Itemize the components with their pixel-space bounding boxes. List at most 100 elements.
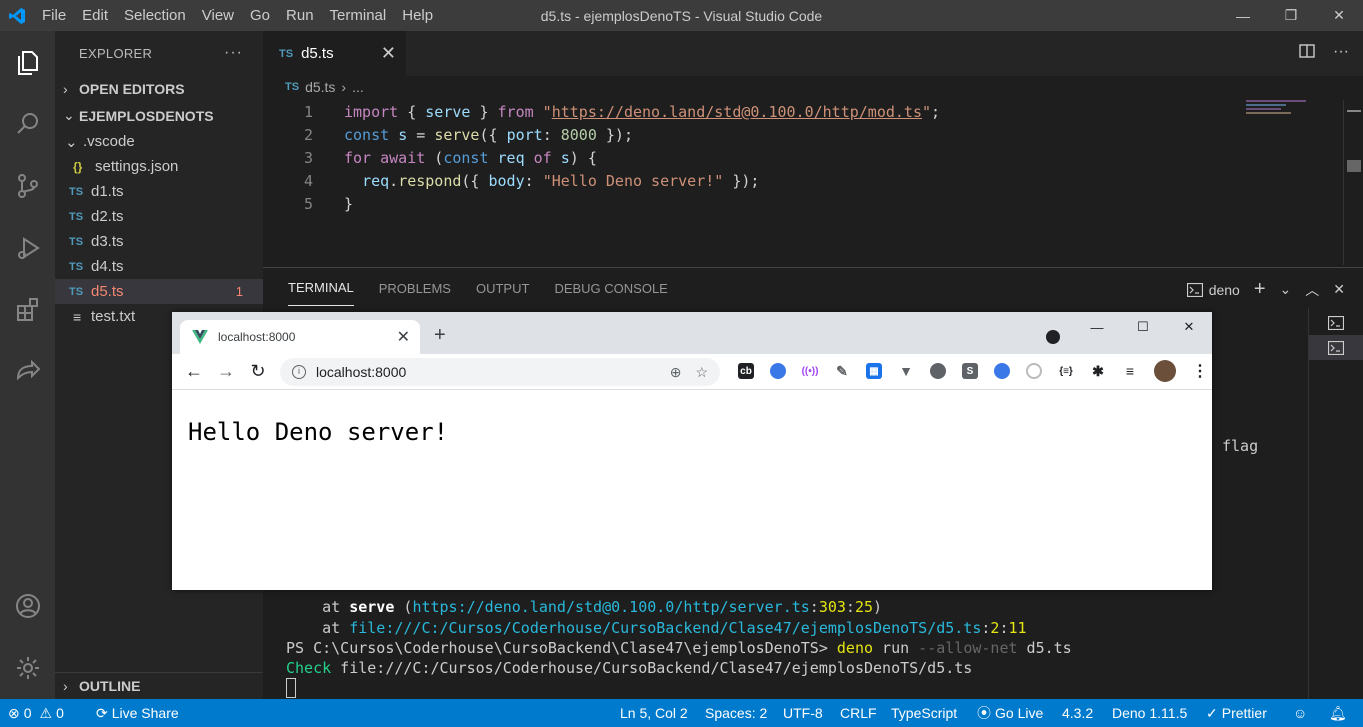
outline-section[interactable]: › OUTLINE (55, 672, 263, 699)
extension-eyedropper-icon[interactable]: ✎ (834, 363, 850, 379)
ts-version-status[interactable]: 4.3.2 (1062, 699, 1093, 727)
extension-broadcast-icon[interactable]: ((•)) (802, 363, 819, 379)
tab-terminal[interactable]: TERMINAL (288, 270, 354, 306)
zoom-icon[interactable]: ⊕ (670, 364, 682, 381)
indentation-status[interactable]: Spaces: 2 (705, 699, 767, 727)
menu-help[interactable]: Help (394, 0, 441, 31)
minimap[interactable] (1246, 100, 1316, 114)
cursor-position[interactable]: Ln 5, Col 2 (620, 699, 688, 727)
project-section[interactable]: ⌄ EJEMPLOSDENOTS (55, 102, 263, 129)
prettier-status[interactable]: ✓ Prettier (1206, 699, 1267, 727)
code-line[interactable]: 4 req.respond({ body: "Hello Deno server… (263, 169, 1253, 192)
file-label: d5.ts (91, 283, 124, 300)
close-tab-icon[interactable]: ✕ (397, 327, 410, 347)
profile-avatar[interactable] (1154, 360, 1176, 382)
file-d2[interactable]: TS d2.ts (55, 204, 263, 229)
browser-tab[interactable]: localhost:8000 ✕ (180, 320, 420, 354)
minimize-button[interactable]: — (1219, 0, 1267, 31)
restore-button[interactable]: ❐ (1267, 0, 1315, 31)
extension-chat-icon[interactable] (930, 363, 946, 379)
live-share-icon[interactable] (0, 341, 55, 403)
extension-json-icon[interactable]: {≡} (1058, 363, 1074, 379)
menu-view[interactable]: View (194, 0, 242, 31)
extensions-icon[interactable] (0, 279, 55, 341)
language-mode[interactable]: TypeScript (891, 699, 957, 727)
go-live-status[interactable]: ⦿ Go Live (977, 699, 1043, 727)
breadcrumb-symbol[interactable]: ... (352, 79, 364, 95)
browser-menu-icon[interactable]: ⋮ (1192, 363, 1208, 380)
explorer-icon[interactable] (0, 31, 55, 93)
address-bar[interactable]: i localhost:8000 ⊕ ☆ (280, 358, 720, 386)
notifications-bell-icon[interactable]: 🔔︎ (1329, 699, 1347, 727)
close-tab-icon[interactable]: ✕ (381, 43, 396, 64)
tab-problems[interactable]: PROBLEMS (379, 271, 451, 306)
minimize-button[interactable]: — (1074, 312, 1120, 342)
menu-file[interactable]: File (34, 0, 74, 31)
encoding-status[interactable]: UTF-8 (783, 699, 823, 727)
tab-search-icon[interactable] (1046, 330, 1060, 344)
menu-selection[interactable]: Selection (116, 0, 194, 31)
extension-round-icon-2[interactable] (994, 363, 1010, 379)
code-line[interactable]: 2 const s = serve({ port: 8000 }); (263, 123, 1253, 146)
extension-vue-devtools-icon[interactable]: ▼ (898, 363, 914, 379)
maximize-panel-icon[interactable]: ︿ (1305, 280, 1319, 300)
search-icon[interactable] (0, 93, 55, 155)
tab-output[interactable]: OUTPUT (476, 271, 529, 306)
media-control-icon[interactable]: ≡ (1122, 363, 1138, 379)
extension-round-icon[interactable] (770, 363, 786, 379)
tab-debug-console[interactable]: DEBUG CONSOLE (554, 271, 667, 306)
extension-grid-icon[interactable]: ▦ (866, 363, 882, 379)
back-button[interactable]: ← (178, 361, 210, 382)
accounts-icon[interactable] (0, 575, 55, 637)
source-control-icon[interactable] (0, 155, 55, 217)
new-terminal-icon[interactable]: + (1254, 278, 1266, 301)
more-actions-icon[interactable]: ··· (1333, 43, 1349, 64)
live-share-status[interactable]: ⟳ Live Share (96, 699, 179, 727)
extensions-puzzle-icon[interactable]: ✱ (1090, 363, 1106, 379)
close-panel-icon[interactable]: ✕ (1333, 281, 1345, 298)
code-editor[interactable]: 1 import { serve } from "https://deno.lan… (263, 100, 1253, 215)
file-d5[interactable]: TS d5.ts 1 (55, 279, 263, 304)
extension-timer-icon[interactable] (1026, 363, 1042, 379)
file-d4[interactable]: TS d4.ts (55, 254, 263, 279)
settings-gear-icon[interactable] (0, 637, 55, 699)
site-info-icon[interactable]: i (292, 365, 306, 379)
code-line[interactable]: 3 for await (const req of s) { (263, 146, 1253, 169)
forward-button[interactable]: → (210, 361, 242, 382)
editor-scrollbar[interactable] (1343, 100, 1363, 265)
new-tab-button[interactable]: + (434, 324, 446, 347)
close-window-button[interactable]: ✕ (1166, 312, 1212, 342)
tab-d5-ts[interactable]: TS d5.ts ✕ (263, 31, 406, 76)
folder-vscode[interactable]: ⌄ .vscode (55, 129, 263, 154)
open-editors-section[interactable]: › OPEN EDITORS (55, 75, 263, 102)
outline-label: OUTLINE (79, 678, 141, 694)
reload-button[interactable]: ↻ (242, 361, 274, 382)
maximize-button[interactable]: ☐ (1120, 312, 1166, 342)
menu-terminal[interactable]: Terminal (322, 0, 395, 31)
problems-status[interactable]: ⊗ 0 ⚠ 0 (8, 699, 64, 727)
bookmark-star-icon[interactable]: ☆ (695, 364, 708, 381)
split-editor-icon[interactable] (1299, 43, 1315, 64)
terminal-instance-2[interactable] (1309, 335, 1363, 360)
deno-status[interactable]: Deno 1.11.5 (1112, 699, 1187, 727)
feedback-icon[interactable]: ☺ (1293, 699, 1307, 727)
terminal-instance-1[interactable] (1309, 310, 1363, 335)
menu-run[interactable]: Run (278, 0, 322, 31)
terminal-select[interactable]: deno (1186, 282, 1240, 298)
extension-cb-icon[interactable]: cb (738, 363, 754, 379)
chevron-down-icon[interactable]: ⌄ (1280, 281, 1292, 298)
run-debug-icon[interactable] (0, 217, 55, 279)
close-window-button[interactable]: ✕ (1315, 0, 1363, 31)
editor-tab-bar: TS d5.ts ✕ ··· (263, 31, 1363, 76)
file-d3[interactable]: TS d3.ts (55, 229, 263, 254)
code-line[interactable]: 1 import { serve } from "https://deno.lan… (263, 100, 1253, 123)
file-settings-json[interactable]: {} settings.json (55, 154, 263, 179)
menu-go[interactable]: Go (242, 0, 278, 31)
file-d1[interactable]: TS d1.ts (55, 179, 263, 204)
eol-status[interactable]: CRLF (840, 699, 877, 727)
code-line[interactable]: 5} (263, 192, 1253, 215)
breadcrumb-file[interactable]: d5.ts (305, 79, 335, 95)
menu-edit[interactable]: Edit (74, 0, 116, 31)
more-actions-icon[interactable]: ··· (224, 44, 243, 62)
extension-s-icon[interactable]: S (962, 363, 978, 379)
